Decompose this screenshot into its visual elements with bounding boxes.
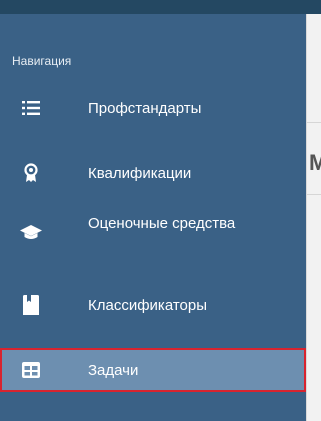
navigation-title: Навигация <box>12 54 72 68</box>
nav-item-kvalifikatsii[interactable]: Квалификации <box>0 152 306 194</box>
nav-item-otsenochnye-sredstva[interactable]: Оценочные средства <box>0 204 306 262</box>
bookmark-icon <box>20 294 42 316</box>
nav-item-label: Квалификации <box>88 165 192 182</box>
nav-item-label: Оценочные средства <box>88 215 236 232</box>
award-icon <box>20 162 42 184</box>
nav-item-klassifikatory[interactable]: Классификаторы <box>0 284 306 326</box>
table-icon <box>20 359 42 381</box>
nav-item-profstandarty[interactable]: Профстандарты <box>0 88 306 128</box>
top-bar <box>0 0 321 14</box>
navigation-panel: Навигация Профстандарты Квалификации Оце… <box>0 14 306 421</box>
nav-item-label: Задачи <box>88 362 139 379</box>
list-icon <box>20 97 42 119</box>
graduation-cap-icon <box>20 222 42 244</box>
nav-item-zadachi[interactable]: Задачи <box>0 348 306 392</box>
nav-item-label: Профстандарты <box>88 100 202 117</box>
content-peek-letter: M <box>309 150 321 175</box>
content-area-edge: M <box>306 14 321 421</box>
nav-item-label: Классификаторы <box>88 297 208 314</box>
